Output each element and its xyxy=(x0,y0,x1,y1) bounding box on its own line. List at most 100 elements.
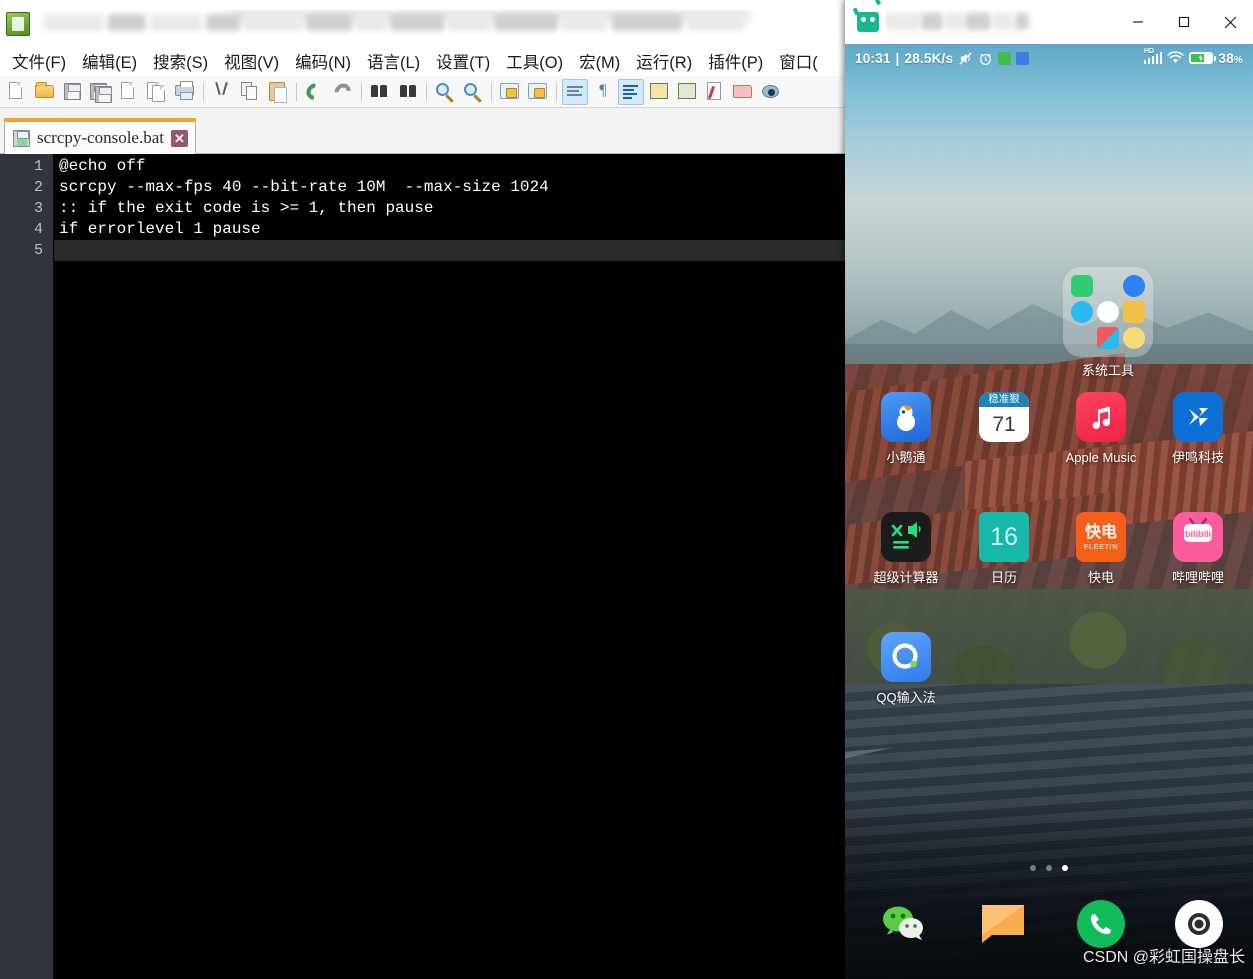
page-dot[interactable] xyxy=(1030,865,1036,871)
app-yiming-tech[interactable]: 伊鸣科技 xyxy=(1149,392,1247,466)
menu-file[interactable]: 文件(F) xyxy=(4,47,74,75)
app-qq-input[interactable]: QQ输入法 xyxy=(857,632,955,706)
close-all-files-icon[interactable] xyxy=(144,79,170,105)
tab-scrcpy-console-bat[interactable]: scrcpy-console.bat ✕ xyxy=(4,118,196,154)
code-line: scrcpy --max-fps 40 --bit-rate 10M --max… xyxy=(59,178,549,196)
weather-icon xyxy=(1123,327,1145,349)
monitoring-icon[interactable] xyxy=(758,79,784,105)
scrcpy-window-title-redacted xyxy=(885,9,1115,35)
paste-icon[interactable] xyxy=(265,79,291,105)
bilibili-icon: bilibili xyxy=(1173,512,1223,562)
app-kuaidian[interactable]: 快电 FLEETIN 快电 xyxy=(1052,512,1150,586)
messages-icon[interactable] xyxy=(979,900,1027,948)
app-label: 哔哩哔哩 xyxy=(1171,570,1224,585)
menu-macro[interactable]: 宏(M) xyxy=(571,47,628,75)
undo-icon[interactable] xyxy=(302,79,328,105)
code-line: @echo off xyxy=(59,157,146,175)
user-defined-language-icon[interactable] xyxy=(646,79,672,105)
app-xiaoetong[interactable]: 小鹅通 xyxy=(857,392,955,466)
page-dot[interactable] xyxy=(1046,865,1052,871)
code-line-current xyxy=(54,240,853,261)
menu-settings[interactable]: 设置(T) xyxy=(428,47,498,75)
app-label: 超级计算器 xyxy=(873,570,939,585)
notes-icon xyxy=(1123,301,1145,323)
save-all-icon[interactable] xyxy=(88,79,114,105)
window-controls xyxy=(1115,0,1253,44)
security-shield-icon xyxy=(1071,275,1093,297)
app-calendar[interactable]: 16 日历 xyxy=(955,512,1053,586)
menu-search[interactable]: 搜索(S) xyxy=(145,47,216,75)
code-text-area[interactable]: @echo off scrcpy --max-fps 40 --bit-rate… xyxy=(54,154,853,979)
alarm-icon xyxy=(978,51,993,66)
maximize-button[interactable] xyxy=(1161,0,1207,44)
hd-label: HD xyxy=(1143,48,1155,55)
folder-as-workspace-icon[interactable] xyxy=(730,79,756,105)
notepad-plus-plus-window: 文件(F) 编辑(E) 搜索(S) 视图(V) 编码(N) 语言(L) 设置(T… xyxy=(0,0,853,979)
sync-horizontal-scroll-icon[interactable] xyxy=(525,79,551,105)
menu-window[interactable]: 窗口( xyxy=(771,47,826,75)
mute-icon xyxy=(958,51,973,66)
menu-edit[interactable]: 编辑(E) xyxy=(74,47,145,75)
redo-icon[interactable] xyxy=(330,79,356,105)
menu-tools[interactable]: 工具(O) xyxy=(498,47,571,75)
save-icon[interactable] xyxy=(60,79,86,105)
show-all-characters-icon[interactable]: ¶ xyxy=(590,79,616,105)
close-icon[interactable]: ✕ xyxy=(170,129,188,147)
line-number-gutter: 1 2 3 4 5 xyxy=(0,154,54,979)
qq-input-icon xyxy=(881,632,931,682)
menu-plugins[interactable]: 插件(P) xyxy=(700,47,771,75)
zoom-in-icon[interactable] xyxy=(432,79,458,105)
yiming-tech-icon xyxy=(1173,392,1223,442)
android-home-screen[interactable]: 系统工具 小鹅通 稳准狠 71 Apple Music 伊鸣科技 超级计算器 1… xyxy=(845,72,1253,979)
copy-icon[interactable] xyxy=(237,79,263,105)
app-stock-widget[interactable]: 稳准狠 71 xyxy=(955,392,1053,449)
sync-vertical-scroll-icon[interactable] xyxy=(497,79,523,105)
menu-encoding[interactable]: 编码(N) xyxy=(287,47,359,75)
word-wrap-icon[interactable] xyxy=(562,78,588,105)
open-file-icon[interactable] xyxy=(32,79,58,105)
app-bilibili[interactable]: bilibili 哔哩哔哩 xyxy=(1149,512,1247,586)
menu-view[interactable]: 视图(V) xyxy=(216,47,287,75)
close-file-icon[interactable] xyxy=(116,79,142,105)
cut-icon[interactable] xyxy=(209,79,235,105)
find-icon[interactable] xyxy=(367,79,393,105)
status-network-speed: 28.5K/s xyxy=(904,50,954,66)
code-editor[interactable]: 1 2 3 4 5 @echo off scrcpy --max-fps 40 … xyxy=(0,154,853,979)
gallery-icon xyxy=(1097,327,1119,349)
toolbar-separator xyxy=(200,81,207,103)
notepad-titlebar[interactable] xyxy=(0,0,853,46)
app-super-calculator[interactable]: 超级计算器 xyxy=(857,512,955,586)
folder-system-tools[interactable] xyxy=(1063,267,1153,357)
indent-guide-icon[interactable] xyxy=(618,78,644,105)
new-file-icon[interactable] xyxy=(4,79,30,105)
screenshot-root: 文件(F) 编辑(E) 搜索(S) 视图(V) 编码(N) 语言(L) 设置(T… xyxy=(0,0,1253,979)
app-label: Apple Music xyxy=(1065,450,1137,465)
replace-icon[interactable] xyxy=(395,79,421,105)
apple-music-icon xyxy=(1076,392,1126,442)
app-label: QQ输入法 xyxy=(876,690,936,705)
app-label: 快电 xyxy=(1087,570,1114,585)
close-button[interactable] xyxy=(1207,0,1253,44)
tab-label: scrcpy-console.bat xyxy=(37,128,164,147)
camera-icon[interactable] xyxy=(1175,900,1223,948)
menu-run[interactable]: 运行(R) xyxy=(628,47,700,75)
wechat-icon[interactable] xyxy=(880,900,928,948)
app-apple-music[interactable]: Apple Music xyxy=(1052,392,1150,466)
hd-signal-icon: HD xyxy=(1143,48,1163,64)
document-map-icon[interactable] xyxy=(674,79,700,105)
stock-widget-icon: 稳准狠 71 xyxy=(979,392,1029,442)
line-number: 5 xyxy=(33,242,43,259)
kuaidian-icon: 快电 FLEETIN xyxy=(1076,512,1126,562)
menu-language[interactable]: 语言(L) xyxy=(359,47,428,75)
toolbar-separator xyxy=(358,81,365,103)
page-dot-active[interactable] xyxy=(1062,865,1068,871)
print-icon[interactable] xyxy=(172,79,198,105)
function-list-icon[interactable] xyxy=(702,79,728,105)
scrcpy-titlebar[interactable] xyxy=(845,0,1253,44)
csdn-watermark: CSDN @彩虹国操盘长 xyxy=(1082,949,1245,966)
phone-icon[interactable] xyxy=(1077,900,1125,948)
green-badge-icon xyxy=(998,51,1012,65)
zoom-out-icon[interactable] xyxy=(460,79,486,105)
phone-mirror-screen[interactable]: 10:31 | 28.5K/s HD 38% 系统工具 小鹅通 稳准狠 71 A… xyxy=(845,44,1253,979)
minimize-button[interactable] xyxy=(1115,0,1161,44)
